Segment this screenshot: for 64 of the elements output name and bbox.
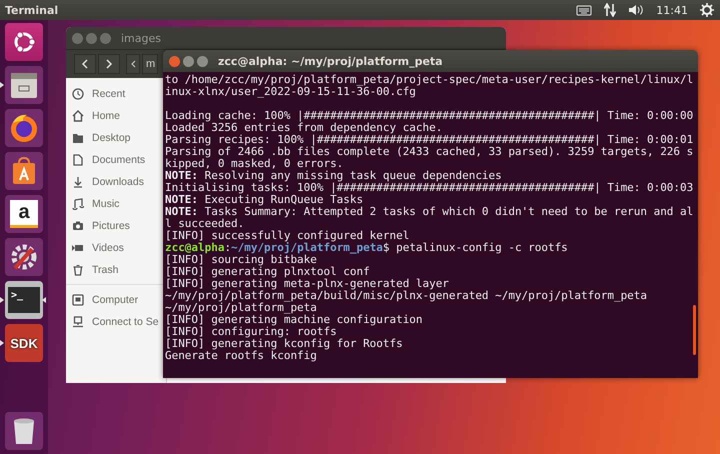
terminal-line: Loaded 3256 entries from dependency cache. [165,122,442,134]
window-title: images [121,32,161,44]
terminal-line: [INFO] successfully configured kernel [165,230,410,242]
terminal-line: Parsing recipes: 100% |##########################################| Time: 0:00:01 [165,134,694,146]
back-icon [81,59,89,69]
scrollbar[interactable] [693,305,696,355]
sidebar-item[interactable]: Recent [66,83,166,105]
terminal-line: [INFO] configuring: rootfs [165,326,338,338]
terminal-line: l succeeded. [165,218,245,230]
panel-title: Terminal [5,4,58,16]
sidebar-item[interactable]: Videos [66,237,166,259]
minimize-button[interactable] [183,56,194,66]
terminal-line: Parsing of 2466 .bb files complete (2433 cached, 33 parsed). 3259 targets, 226 s [165,146,694,158]
document-icon [72,154,84,166]
terminal-line: ~/my/proj/platform_peta/build/misc/plnx-generated ~/my/proj/platform_peta [165,290,648,302]
terminal-line: inux-xlnx/user_2022-09-15-11-36-00.cfg [165,86,416,98]
terminal-line: ~/my/proj/platform_peta [165,302,317,314]
terminal-line: [INFO] generating meta-plnx-generated layer [165,278,450,290]
terminal-prompt-line: zcc@alpha:~/my/proj/platform_peta$ petalinux-config -c rootfs [165,242,569,254]
terminal-line: Generate rootfs kconfig [165,350,317,362]
clock-time[interactable]: 11:41 [656,4,688,16]
sidebar-item[interactable]: Pictures [66,215,166,237]
terminal-line: NOTE: Resolving any missing task queue dependencies [165,170,503,182]
terminal-line: [INFO] generating plnxtool conf [165,266,371,278]
terminal-line: to /home/zcc/my/proj/platform_peta/project-spec/meta-user/recipes-kernel/linux/l [165,74,694,86]
sidebar-item[interactable]: Documents [66,149,166,171]
terminal-line: Initialising tasks: 100% |#######################################| Time: 0:00:03 [165,182,694,194]
terminal-line: [INFO] generating kconfig for Rootfs [165,338,404,350]
terminal-line: [INFO] generating machine configuration [165,314,424,326]
path-scroll-button[interactable] [126,54,140,74]
trash-icon [72,264,84,276]
keyboard-icon[interactable] [576,4,592,16]
home-icon [72,110,84,122]
sidebar-item[interactable]: Connect to Se [66,311,166,333]
sidebar-item[interactable]: Home [66,105,166,127]
terminal-line: NOTE: Executing RunQueue Tasks [165,194,364,206]
close-button[interactable] [169,56,180,66]
back-icon [130,60,136,68]
sidebar-item[interactable]: Desktop [66,127,166,149]
terminal-line: [INFO] sourcing bitbake [165,254,317,266]
network-server-icon [72,316,84,328]
sidebar-item[interactable]: Computer [66,289,166,311]
sidebar-item[interactable]: Music [66,193,166,215]
maximize-button[interactable] [197,56,208,66]
terminal-line: NOTE: Tasks Summary: Attempted 2 tasks of which 0 didn't need to be rerun and al [165,206,694,218]
download-icon [72,176,84,188]
forward-button[interactable] [98,54,120,74]
gear-icon[interactable] [700,3,714,17]
network-arrows-icon[interactable] [604,3,616,17]
path-button[interactable]: m [142,54,158,74]
computer-icon [72,294,84,306]
back-button[interactable] [74,54,96,74]
camera-icon [72,220,84,232]
terminal-line: kipped, 0 masked, 0 errors. [165,158,344,170]
sidebar-item[interactable]: Trash [66,259,166,281]
clock-icon [72,88,84,100]
window-title: zcc@alpha: ~/my/proj/platform_peta [218,54,443,68]
video-icon [72,242,84,254]
volume-icon[interactable] [628,4,644,16]
terminal-line: Loading cache: 100% |############################################| Time: 0:00:00 [165,110,694,122]
music-icon [72,198,84,210]
forward-icon [105,59,113,69]
folder-icon [72,132,84,144]
sidebar-item[interactable]: Downloads [66,171,166,193]
